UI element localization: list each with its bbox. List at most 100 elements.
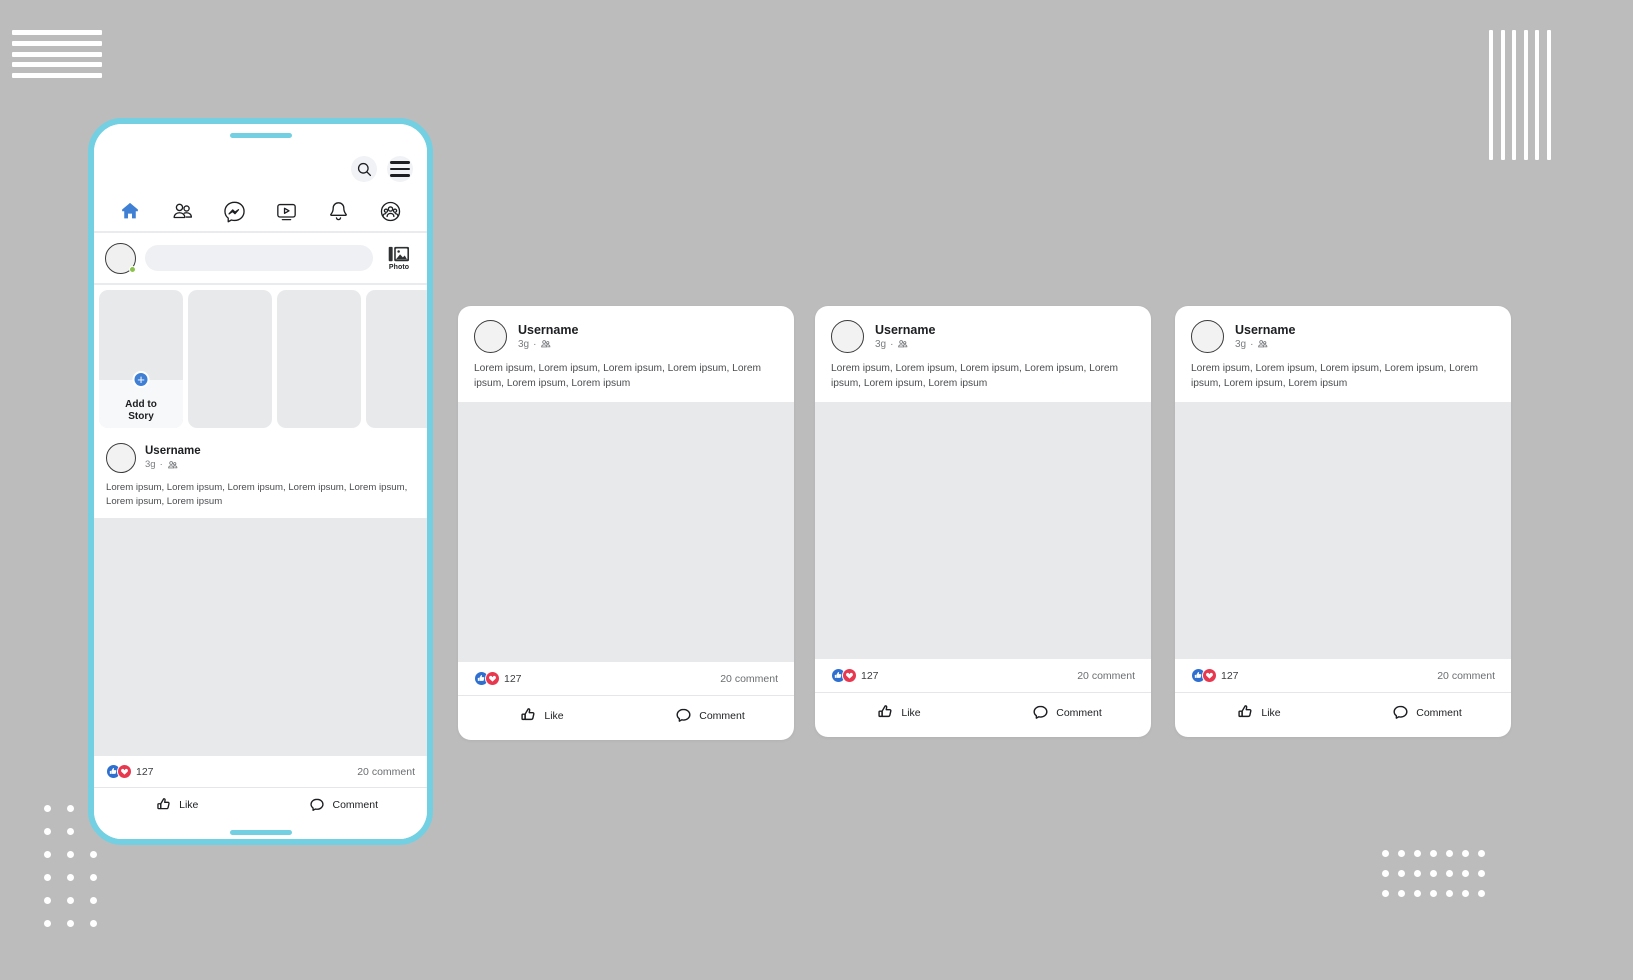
menu-button[interactable] [387,156,413,182]
sidebar-item-watch[interactable] [275,199,299,223]
decorative-dot [67,851,74,858]
stories-tray[interactable]: + Add to Story [94,285,427,433]
comment-count[interactable]: 20 comment [1437,670,1495,682]
decorative-dot [1414,890,1421,897]
like-button[interactable]: Like [1175,704,1343,721]
decorative-dot [44,897,51,904]
thumbs-up-outline-icon [157,798,170,810]
post-actions-row: Like Comment [94,788,427,825]
like-button[interactable]: Like [94,797,261,813]
post-username[interactable]: Username [875,322,935,338]
like-button[interactable]: Like [815,704,983,721]
avatar[interactable] [105,242,136,274]
comment-count[interactable]: 20 comment [720,673,778,685]
decorative-dot [1462,870,1469,877]
feed-post: Username 3g · Lorem ipsum, Lorem ipsum, … [94,433,427,839]
reactions-summary[interactable]: 127 [831,668,879,683]
post-stats-row: 127 20 comment [458,662,794,696]
decorative-dot [44,851,51,858]
friends-icon [173,203,192,218]
post-header: Username 3g · [458,306,794,358]
post-text: Lorem ipsum, Lorem ipsum, Lorem ipsum, L… [474,363,762,389]
sidebar-item-notifications[interactable] [327,199,351,223]
post-timestamp: 3g [875,338,887,350]
decorative-dot [67,874,74,881]
decorative-dot [1462,850,1469,857]
post-username[interactable]: Username [518,322,578,338]
home-icon [122,202,138,219]
like-button[interactable]: Like [458,707,626,724]
story-add-to-story[interactable]: + Add to Story [99,290,183,428]
post-image-placeholder[interactable] [815,401,1151,659]
avatar[interactable] [474,320,507,353]
decorative-dot [1446,870,1453,877]
comment-button[interactable]: Comment [261,797,428,813]
video-play-icon [277,203,296,220]
thumbs-up-outline-icon [1238,705,1252,718]
story-item[interactable] [366,290,427,428]
sidebar-item-messenger[interactable] [222,199,246,223]
avatar[interactable] [106,443,136,473]
add-photo-button[interactable]: Photo [382,246,416,271]
speech-bubble-icon [310,798,325,811]
comment-button[interactable]: Comment [1343,704,1511,721]
speech-bubble-icon [1393,705,1408,719]
decorative-dot [1478,870,1485,877]
avatar[interactable] [1191,320,1224,353]
comment-count[interactable]: 20 comment [357,766,415,778]
story-item[interactable] [188,290,272,428]
reaction-count: 127 [504,672,522,685]
decorative-dot [90,920,97,927]
friends-audience-icon [167,461,178,469]
post-image-placeholder[interactable] [458,401,794,662]
story-item[interactable] [277,290,361,428]
decorative-dot [1398,890,1405,897]
post-text: Lorem ipsum, Lorem ipsum, Lorem ipsum, L… [1191,363,1479,389]
reactions-summary[interactable]: 127 [1191,668,1239,683]
comment-count[interactable]: 20 comment [1077,670,1135,682]
decorative-dot [1430,850,1437,857]
add-story-label-line2: Story [128,410,154,422]
decorative-dot [1446,850,1453,857]
messenger-icon [224,201,245,222]
decorative-dot [1462,890,1469,897]
add-story-footer: + Add to Story [99,371,183,428]
decorative-dot [1478,890,1485,897]
decorative-dot [1430,870,1437,877]
search-button[interactable] [351,156,377,182]
decorative-dot [1398,870,1405,877]
decorative-dot [1446,890,1453,897]
post-meta-separator: · [890,338,894,350]
post-username[interactable]: Username [145,444,201,459]
composer-input[interactable] [145,245,373,271]
reactions-summary[interactable]: 127 [474,671,522,686]
decorative-dot [1382,850,1389,857]
plus-circle-icon: + [132,371,150,388]
post-meta-separator: · [159,459,163,471]
reaction-count: 127 [136,765,154,778]
hamburger-menu-icon [390,161,410,177]
post-image-placeholder[interactable] [94,517,427,756]
post-card: Username 3g · Lorem ipsum, Lorem ipsum, … [458,306,794,740]
avatar[interactable] [831,320,864,353]
sidebar-item-groups[interactable] [379,199,403,223]
friends-audience-icon [541,340,551,348]
post-image-placeholder[interactable] [1175,401,1511,659]
sidebar-item-home[interactable] [118,199,142,223]
decorative-dot [1414,850,1421,857]
comment-button[interactable]: Comment [983,704,1151,721]
sidebar-item-friends[interactable] [170,199,194,223]
post-meta: 3g · [875,338,935,352]
post-header: Username 3g · [815,306,1151,358]
reactions-summary[interactable]: 127 [106,764,154,779]
post-timestamp: 3g [518,338,530,350]
post-username[interactable]: Username [1235,322,1295,338]
reaction-count: 127 [1221,669,1239,682]
decorative-dot [1414,870,1421,877]
decorative-dot [90,874,97,881]
comment-button[interactable]: Comment [626,707,794,724]
decorative-dot [44,828,51,835]
decorative-dot [67,828,74,835]
thumbs-up-outline-icon [878,705,892,718]
post-card: Username 3g · Lorem ipsum, Lorem ipsum, … [1175,306,1511,737]
